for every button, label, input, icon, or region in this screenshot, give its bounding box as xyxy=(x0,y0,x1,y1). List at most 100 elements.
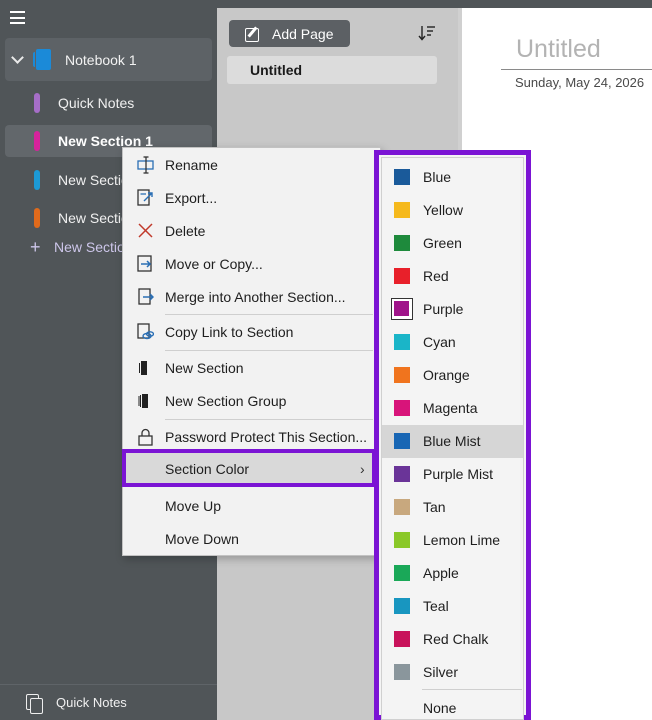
add-section-label: New Section xyxy=(54,239,133,255)
title-divider xyxy=(501,69,652,70)
notebook-icon xyxy=(33,49,51,70)
section-item-quick-notes[interactable]: Quick Notes xyxy=(0,87,217,119)
color-swatch xyxy=(394,202,410,218)
section-label: Quick Notes xyxy=(58,95,135,111)
color-label: Cyan xyxy=(423,334,456,350)
section-color-submenu: Blue Yellow Green Red Purple Cyan Orange xyxy=(374,150,531,720)
menu-item-move-down[interactable]: Move Down xyxy=(123,523,380,555)
color-label: Green xyxy=(423,235,462,251)
page-date: Sunday, May 24, 2026 xyxy=(515,75,645,90)
menu-item-rename[interactable]: Rename xyxy=(123,149,380,181)
color-swatch xyxy=(394,367,410,383)
menu-item-label: Export... xyxy=(165,190,218,206)
color-swatch xyxy=(394,499,410,515)
pane-top-strip xyxy=(217,0,458,22)
menu-item-section-color[interactable]: Section Color › xyxy=(122,449,376,487)
color-item-orange[interactable]: Orange xyxy=(382,359,523,392)
color-label: None xyxy=(423,700,457,716)
add-page-button[interactable]: Add Page xyxy=(229,20,350,47)
color-item-red-chalk[interactable]: Red Chalk xyxy=(382,623,523,656)
color-swatch xyxy=(394,334,410,350)
menu-item-move-up[interactable]: Move Up xyxy=(123,490,380,522)
section-group-icon xyxy=(138,394,148,408)
menu-item-label: Copy Link to Section xyxy=(165,324,294,340)
add-page-label: Add Page xyxy=(272,25,334,42)
menu-item-label: New Section Group xyxy=(165,393,287,409)
menu-item-label: Delete xyxy=(165,223,206,239)
notebook-item[interactable]: Notebook 1 xyxy=(5,38,212,81)
color-item-purple[interactable]: Purple xyxy=(382,293,523,326)
color-item-teal[interactable]: Teal xyxy=(382,590,523,623)
color-swatch xyxy=(394,433,410,449)
color-item-silver[interactable]: Silver xyxy=(382,656,523,689)
color-label: Orange xyxy=(423,367,470,383)
menu-separator xyxy=(165,350,373,351)
page-title[interactable]: Untitled xyxy=(516,35,601,64)
section-icon xyxy=(139,361,147,375)
color-label: Yellow xyxy=(423,202,463,218)
color-label: Red Chalk xyxy=(423,631,489,647)
merge-icon xyxy=(138,288,154,305)
color-swatch xyxy=(394,532,410,548)
color-swatch xyxy=(394,664,410,680)
edit-icon xyxy=(245,26,260,42)
plus-icon: + xyxy=(30,237,41,257)
color-label: Blue xyxy=(423,169,452,185)
section-color-tab xyxy=(34,208,40,228)
color-item-none[interactable]: None xyxy=(382,692,523,720)
quick-notes-footer-button[interactable]: Quick Notes xyxy=(0,684,217,720)
lock-icon xyxy=(138,428,153,446)
color-label: Silver xyxy=(423,664,459,680)
menu-item-copy-link[interactable]: Copy Link to Section xyxy=(123,316,380,348)
menu-item-new-section-group[interactable]: New Section Group xyxy=(123,385,380,417)
menu-separator xyxy=(422,689,522,690)
menu-item-label: Rename xyxy=(165,157,218,173)
color-item-green[interactable]: Green xyxy=(382,227,523,260)
menu-item-export[interactable]: Export... xyxy=(123,182,380,214)
color-label: Purple Mist xyxy=(423,466,494,482)
color-label: Purple xyxy=(423,301,464,317)
menu-item-label: Password Protect This Section... xyxy=(165,429,368,445)
footer-label: Quick Notes xyxy=(56,695,127,710)
move-copy-icon xyxy=(137,255,152,272)
color-label: Teal xyxy=(423,598,449,614)
color-label: Magenta xyxy=(423,400,478,416)
color-item-purple-mist[interactable]: Purple Mist xyxy=(382,458,523,491)
menu-item-move-copy[interactable]: Move or Copy... xyxy=(123,248,380,280)
rename-icon xyxy=(137,156,154,174)
menu-item-delete[interactable]: Delete xyxy=(123,215,380,247)
menu-item-label: Move Down xyxy=(165,531,239,547)
color-list: Blue Yellow Green Red Purple Cyan Orange xyxy=(381,157,524,720)
color-item-lemon-lime[interactable]: Lemon Lime xyxy=(382,524,523,557)
color-swatch xyxy=(394,565,410,581)
color-swatch xyxy=(394,631,410,647)
section-context-menu: Rename Export... Delete Move or Copy... … xyxy=(122,147,381,556)
menu-item-label: Section Color xyxy=(165,461,250,477)
page-item-untitled[interactable]: Untitled xyxy=(227,56,437,84)
color-swatch xyxy=(394,466,410,482)
color-swatch xyxy=(394,400,410,416)
section-color-tab xyxy=(34,93,40,113)
color-item-yellow[interactable]: Yellow xyxy=(382,194,523,227)
menu-item-new-section[interactable]: New Section xyxy=(123,352,380,384)
sort-icon[interactable] xyxy=(418,24,436,42)
menu-item-merge[interactable]: Merge into Another Section... xyxy=(123,281,380,313)
color-item-red[interactable]: Red xyxy=(382,260,523,293)
hamburger-menu-icon[interactable] xyxy=(10,11,25,24)
color-item-blue-mist[interactable]: Blue Mist xyxy=(382,425,523,458)
add-section-button[interactable]: + New Section xyxy=(30,238,133,256)
color-swatch xyxy=(394,169,410,185)
color-item-magenta[interactable]: Magenta xyxy=(382,392,523,425)
chevron-down-icon[interactable] xyxy=(11,50,24,64)
color-item-blue[interactable]: Blue xyxy=(382,161,523,194)
pages-icon xyxy=(26,693,43,714)
color-item-cyan[interactable]: Cyan xyxy=(382,326,523,359)
color-swatch xyxy=(394,598,410,614)
menu-item-label: Move Up xyxy=(165,498,222,514)
color-swatch xyxy=(394,268,410,284)
section-color-tab xyxy=(34,170,40,190)
color-item-tan[interactable]: Tan xyxy=(382,491,523,524)
canvas-top-strip xyxy=(458,0,652,8)
notebook-name: Notebook 1 xyxy=(65,51,137,68)
color-item-apple[interactable]: Apple xyxy=(382,557,523,590)
